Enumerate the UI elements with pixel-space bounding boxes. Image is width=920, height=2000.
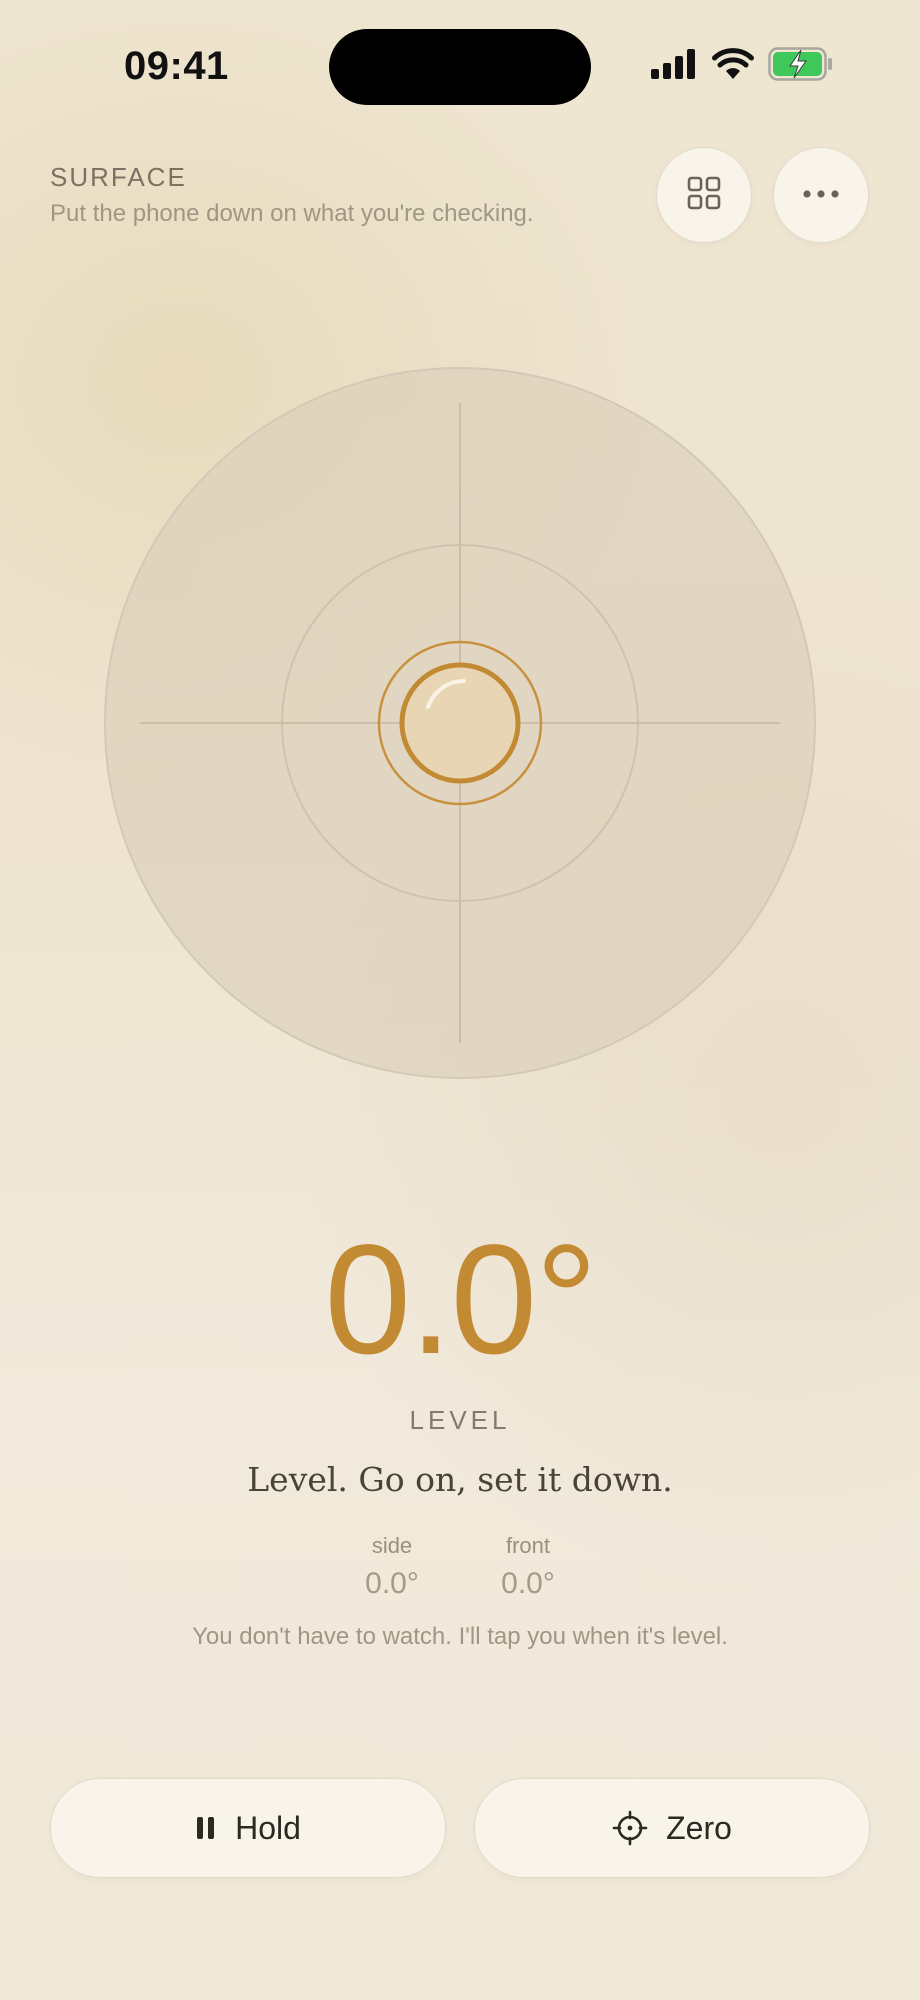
angle-readout: 0.0° [324, 1213, 597, 1387]
mode-title: SURFACE [50, 162, 187, 192]
front-axis: front 0.0° [485, 1533, 571, 1601]
grid-view-button[interactable] [656, 147, 752, 243]
axis-readouts: side 0.0° front 0.0° [0, 1533, 920, 1601]
battery-charging-icon [768, 46, 834, 86]
grid-icon [686, 175, 722, 216]
side-axis: side 0.0° [349, 1533, 435, 1601]
bubble-level-gauge [104, 367, 816, 1079]
front-axis-label: front [505, 1533, 551, 1558]
dynamic-island [329, 29, 591, 105]
status-time: 09:41 [124, 44, 229, 88]
side-axis-value: 0.0° [365, 1567, 419, 1600]
pause-icon [195, 1815, 217, 1841]
zero-label: Zero [666, 1809, 732, 1846]
zero-button[interactable]: Zero [474, 1778, 870, 1878]
cellular-signal-icon [650, 48, 698, 84]
hold-label: Hold [235, 1809, 301, 1846]
side-axis-label: side [371, 1533, 413, 1558]
reassurance-text: You don't have to watch. I'll tap you wh… [192, 1623, 728, 1650]
status-icons [650, 46, 834, 86]
crosshair-icon [612, 1810, 648, 1846]
wifi-icon [712, 47, 754, 85]
status-message: Level. Go on, set it down. [247, 1460, 673, 1499]
mode-hint: Put the phone down on what you're checki… [50, 200, 534, 227]
hold-button[interactable]: Hold [50, 1778, 446, 1878]
more-icon [802, 186, 840, 204]
more-options-button[interactable] [773, 147, 869, 243]
level-bubble [377, 640, 543, 806]
front-axis-value: 0.0° [501, 1567, 555, 1600]
status-bar: 09:41 [0, 0, 920, 130]
level-state-label: LEVEL [409, 1405, 511, 1435]
